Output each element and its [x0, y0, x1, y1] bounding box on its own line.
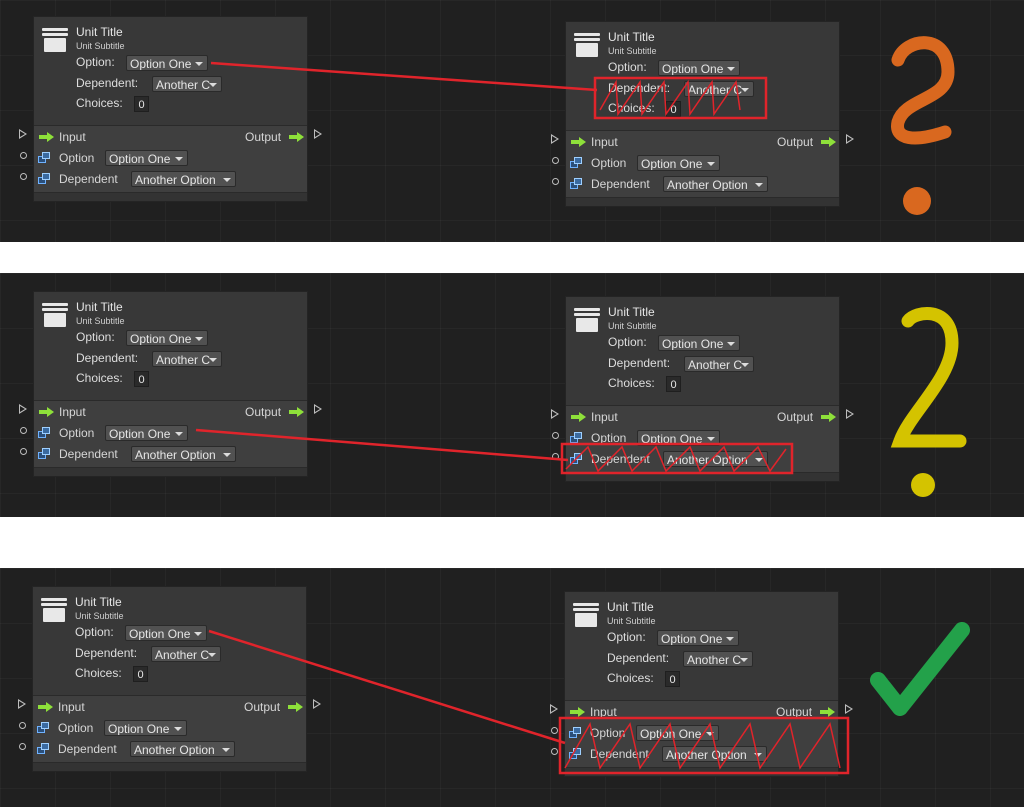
annotation-overlay [195, 307, 967, 497]
scribble [599, 79, 741, 117]
connection-line [208, 629, 566, 745]
scribble [564, 721, 841, 770]
highlight-box [593, 76, 768, 120]
graph-panel-1: Unit Title Unit Subtitle Option: Option … [0, 0, 1024, 242]
connection-line [210, 61, 598, 92]
checkmark-icon [870, 622, 970, 716]
connection-line [195, 428, 569, 462]
annotation-overlay [208, 622, 970, 775]
scribble [565, 445, 787, 473]
question-mark-icon [890, 307, 967, 448]
question-mark-icon [891, 36, 955, 145]
annotation-overlay [210, 36, 955, 215]
graph-panel-2: Unit Title Unit Subtitle Option: Option … [0, 273, 1024, 517]
question-dot [911, 473, 935, 497]
highlight-box [558, 716, 850, 775]
graph-panel-3: Unit Title Unit Subtitle Option: Option … [0, 568, 1024, 807]
question-dot [903, 187, 931, 215]
